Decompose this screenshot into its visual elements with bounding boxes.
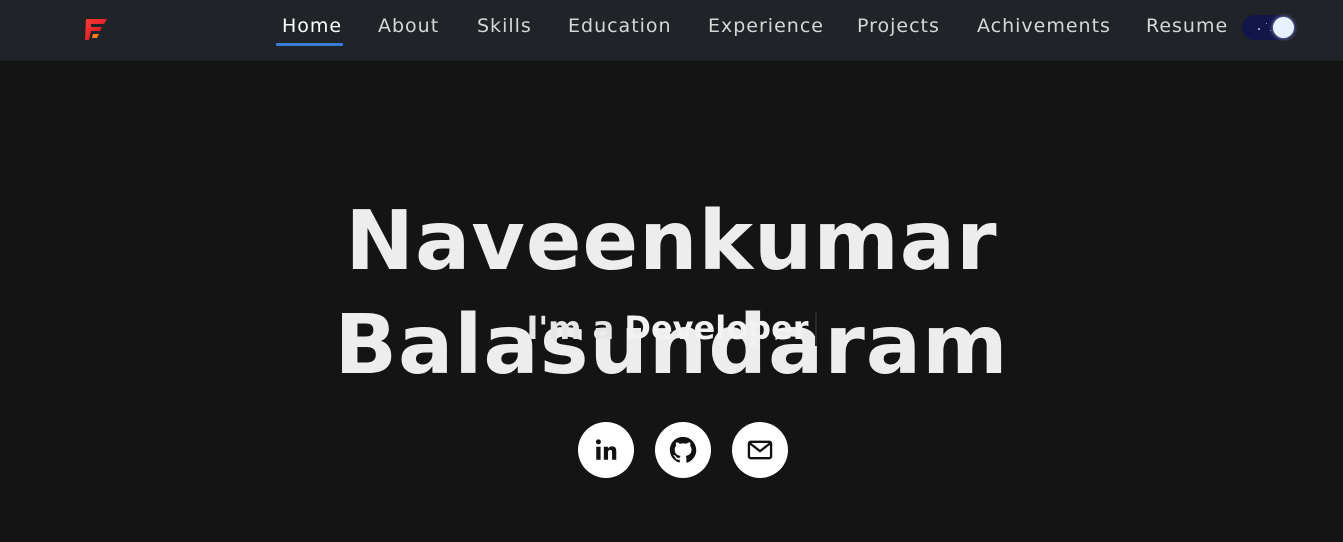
nav-item-education[interactable]: Education: [568, 14, 672, 46]
github-icon: [669, 436, 697, 463]
hero-name: Naveenkumar Balasundaram: [334, 194, 1009, 393]
typing-cursor: [814, 312, 817, 346]
nav-item-resume[interactable]: Resume: [1146, 14, 1228, 46]
star-icon: [1258, 28, 1260, 30]
typed-role: Developer: [624, 309, 809, 347]
nav-item-label: Projects: [857, 15, 940, 37]
nav-item-label: Achivements: [977, 15, 1111, 37]
navbar: Home About Skills Education Experience P…: [0, 0, 1343, 61]
nav-item-skills[interactable]: Skills: [477, 14, 532, 46]
nav-item-label: Resume: [1146, 15, 1229, 37]
email-button[interactable]: [732, 422, 788, 478]
theme-toggle[interactable]: [1242, 15, 1296, 40]
star-icon: [1266, 23, 1267, 24]
nav-item-about[interactable]: About: [378, 14, 439, 46]
nav-menu: Home About Skills Education Experience P…: [0, 0, 1343, 61]
github-button[interactable]: [655, 422, 711, 478]
nav-item-label: Experience: [708, 15, 824, 37]
nav-item-label: Education: [568, 15, 672, 37]
mail-icon: [747, 440, 773, 460]
star-icon: [1270, 30, 1271, 31]
linkedin-icon: [595, 439, 617, 460]
nav-item-label: Home: [282, 15, 343, 37]
moon-toggle-icon: [1273, 17, 1294, 38]
nav-item-projects[interactable]: Projects: [857, 14, 940, 46]
nav-item-achivements[interactable]: Achivements: [977, 14, 1111, 46]
active-indicator: [276, 43, 344, 46]
nav-item-label: About: [378, 15, 440, 37]
tagline-prefix: I'm a: [526, 309, 615, 347]
nav-item-label: Skills: [477, 15, 532, 37]
linkedin-button[interactable]: [578, 422, 634, 478]
nav-item-home[interactable]: Home: [276, 14, 344, 46]
hero-tagline: I'm a Developer: [0, 308, 1343, 348]
nav-item-experience[interactable]: Experience: [708, 14, 824, 46]
